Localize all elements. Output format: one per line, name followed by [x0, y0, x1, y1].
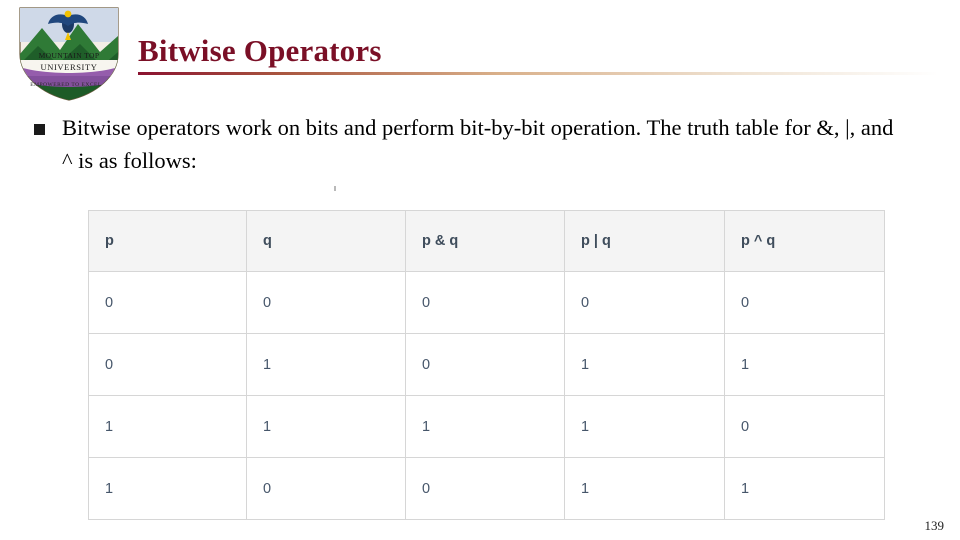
- column-header-xor: p ^ q: [724, 210, 885, 272]
- cell-xor: 1: [724, 333, 885, 396]
- cell-q: 1: [246, 333, 406, 396]
- truth-table: p q p & q p | q p ^ q 0 0 0 0 0 0 1 0 1 …: [88, 210, 885, 520]
- table-row: 1 1 1 1 0: [88, 395, 885, 458]
- cell-or: 1: [564, 333, 725, 396]
- cell-xor: 1: [724, 457, 885, 520]
- table-body: 0 0 0 0 0 0 1 0 1 1 1 1 1 1 0 1 0 0 1 1: [88, 271, 885, 520]
- title-divider: [138, 72, 938, 76]
- cell-p: 1: [88, 395, 247, 458]
- cell-p: 1: [88, 457, 247, 520]
- cell-and: 0: [405, 457, 565, 520]
- table-row: 0 0 0 0 0: [88, 271, 885, 334]
- page-title: Bitwise Operators: [138, 33, 382, 68]
- cell-p: 0: [88, 333, 247, 396]
- table-row: 0 1 0 1 1: [88, 333, 885, 396]
- bullet-item-label: Bitwise operators work on bits and perfo…: [62, 115, 894, 173]
- table-header-row: p q p & q p | q p ^ q: [88, 210, 885, 272]
- svg-text:UNIVERSITY: UNIVERSITY: [41, 62, 98, 72]
- column-header-and: p & q: [405, 210, 565, 272]
- title-area: Bitwise Operators: [138, 33, 938, 76]
- cell-q: 0: [246, 457, 406, 520]
- square-bullet-icon: [34, 124, 45, 135]
- cell-and: 0: [405, 271, 565, 334]
- cell-p: 0: [88, 271, 247, 334]
- column-header-p: p: [88, 210, 247, 272]
- cell-and: 0: [405, 333, 565, 396]
- cell-q: 0: [246, 271, 406, 334]
- cell-and: 1: [405, 395, 565, 458]
- column-header-or: p | q: [564, 210, 725, 272]
- bullet-list-item: Bitwise operators work on bits and perfo…: [34, 112, 934, 177]
- stray-mark: [334, 186, 336, 191]
- table-row: 1 0 0 1 1: [88, 457, 885, 520]
- cell-xor: 0: [724, 271, 885, 334]
- column-header-q: q: [246, 210, 406, 272]
- cell-or: 1: [564, 395, 725, 458]
- svg-text:EMPOWERED TO EXCEL: EMPOWERED TO EXCEL: [30, 82, 102, 88]
- cell-or: 0: [564, 271, 725, 334]
- cell-xor: 0: [724, 395, 885, 458]
- cell-q: 1: [246, 395, 406, 458]
- svg-text:MOUNTAIN TOP: MOUNTAIN TOP: [39, 51, 100, 60]
- university-logo: MOUNTAIN TOP UNIVERSITY EMPOWERED TO EXC…: [8, 2, 130, 102]
- cell-or: 1: [564, 457, 725, 520]
- table-header: p q p & q p | q p ^ q: [88, 210, 885, 272]
- slide-number: 139: [924, 518, 945, 533]
